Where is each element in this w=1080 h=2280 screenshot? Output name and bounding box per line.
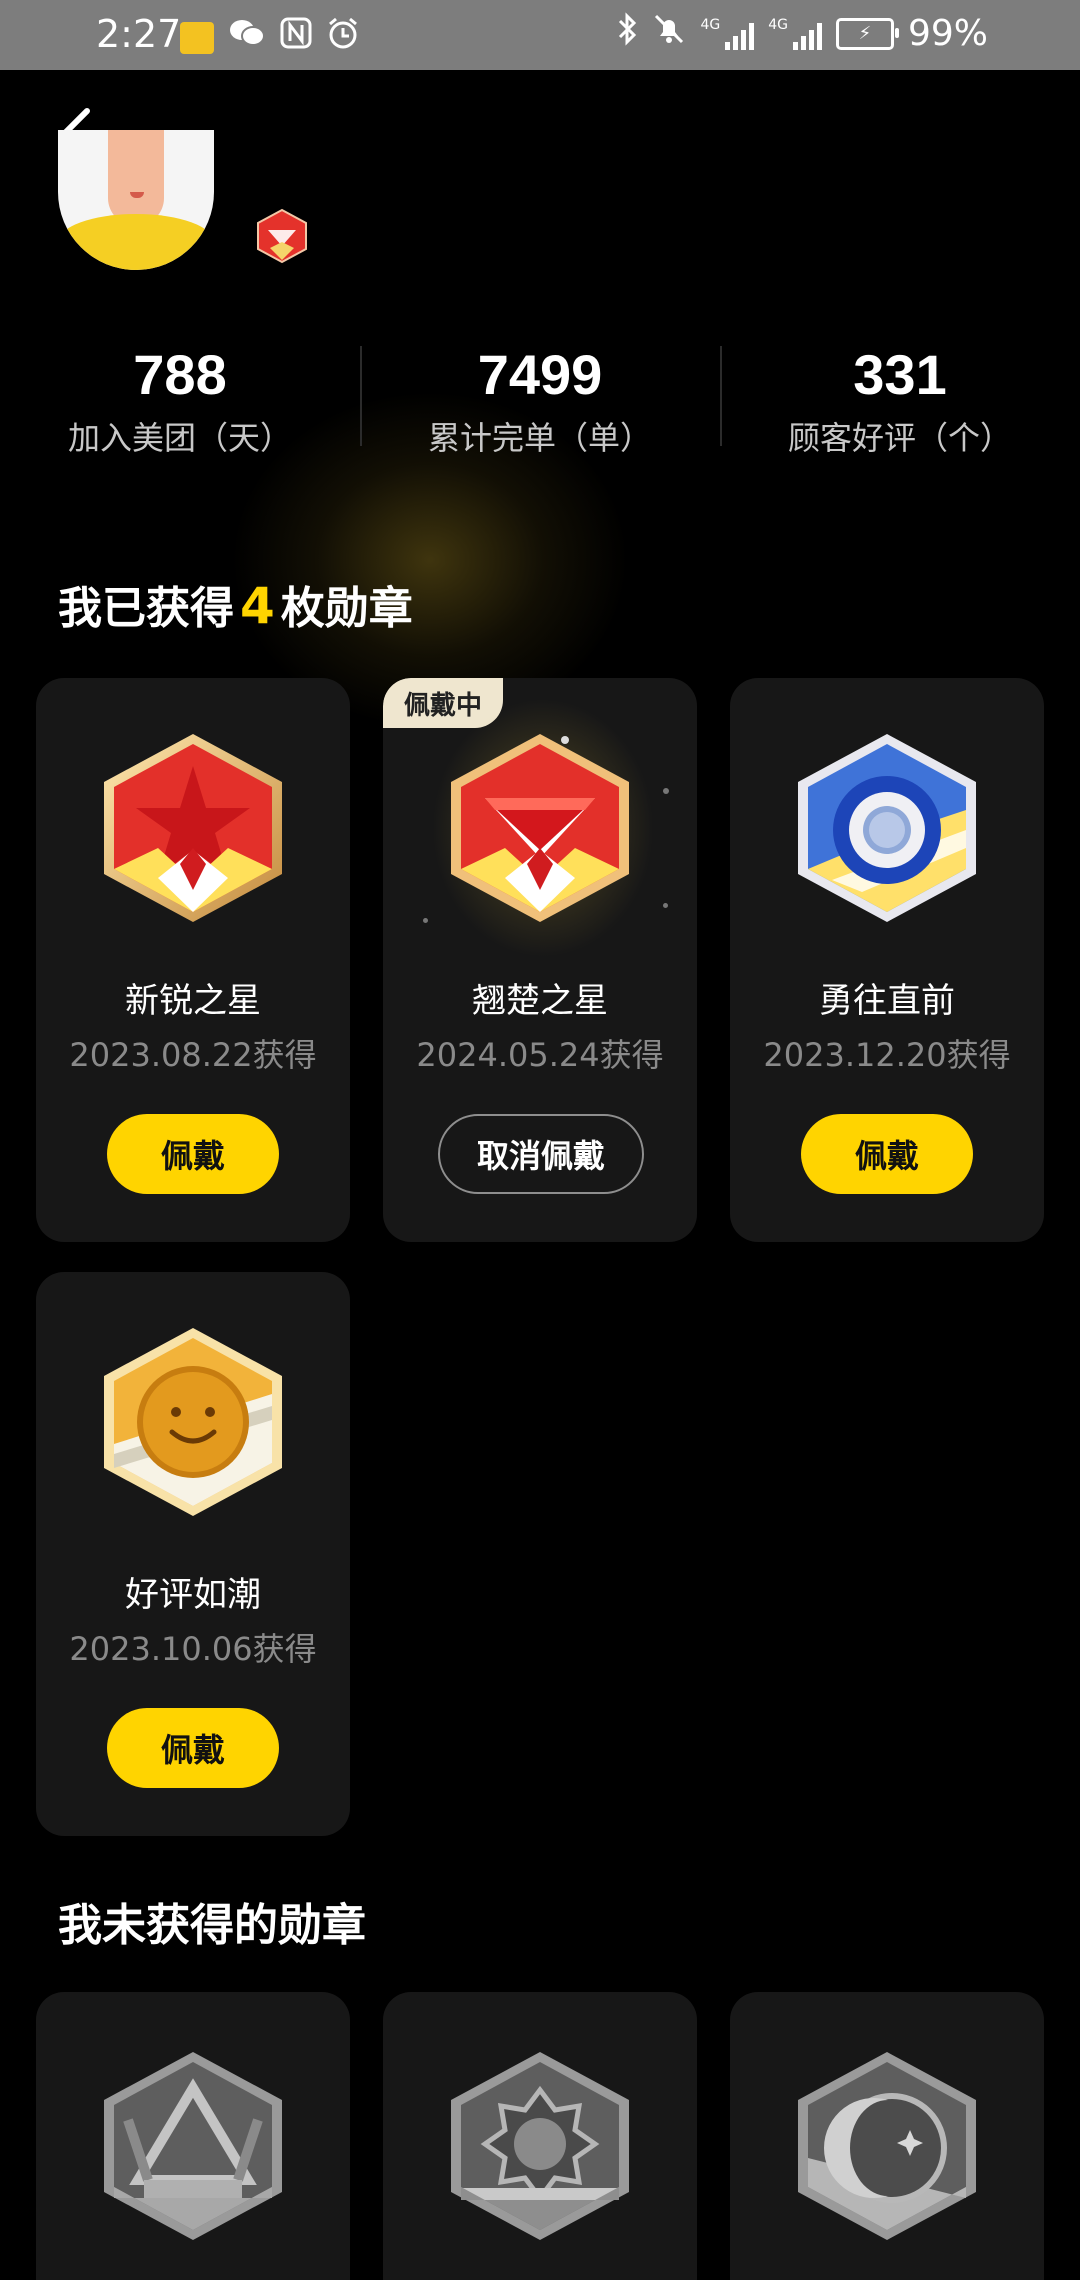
earned-section-title: 我已获得 4 枚勋章 — [58, 577, 413, 635]
app-notification-icon — [180, 22, 214, 54]
battery-percent: 99% — [907, 13, 988, 54]
bluetooth-icon — [616, 12, 638, 55]
stat-value: 788 — [133, 343, 227, 406]
wear-button[interactable]: 佩戴 — [107, 1708, 279, 1788]
medal-name: 勇往直前 — [819, 981, 955, 1021]
system-status-icons: 4G 4G ⚡ 99% — [616, 12, 988, 55]
medal-date: 2023.10.06获得 — [69, 1630, 317, 1668]
signal-1-icon: 4G — [700, 18, 755, 50]
locked-crown-medal-icon — [104, 2052, 282, 2240]
sparkle — [663, 903, 668, 908]
sparkle — [663, 788, 669, 794]
notification-icons — [180, 16, 360, 60]
locked-medal-card[interactable] — [36, 1992, 350, 2280]
stat-label: 累计完单（单） — [427, 419, 652, 457]
stat-value: 7499 — [477, 343, 603, 406]
stat-label: 顾客好评（个） — [787, 419, 1012, 457]
medal-name: 好评如潮 — [125, 1575, 261, 1615]
nfc-icon — [280, 17, 312, 59]
red-diamond-medal-icon — [451, 734, 629, 922]
medal-card-rookie-star[interactable]: 新锐之星 2023.08.22获得 佩戴 — [36, 678, 350, 1242]
stats-row: 788 加入美团（天） 7499 累计完单（单） 331 顾客好评（个） — [0, 340, 1080, 460]
medal-name: 新锐之星 — [125, 981, 261, 1021]
stat-join-days: 788 加入美团（天） — [0, 340, 360, 460]
stat-good-reviews: 331 顾客好评（个） — [720, 340, 1080, 460]
medal-card-rave-reviews[interactable]: 好评如潮 2023.10.06获得 佩戴 — [36, 1272, 350, 1836]
sparkle — [423, 918, 428, 923]
medal-card-elite-star[interactable]: 佩戴中 翘楚之星 2024.05.24获得 取消佩戴 — [383, 678, 697, 1242]
locked-moon-medal-icon — [798, 2052, 976, 2240]
red-star-medal-icon — [104, 734, 282, 922]
worn-medal-mini-icon — [257, 208, 307, 264]
medal-name: 翘楚之星 — [472, 981, 608, 1021]
stat-value: 331 — [853, 343, 947, 406]
medal-page: 2:27 4G 4G ⚡ 99% 788 加入美团（天） 7499 累计完单（单… — [0, 0, 1080, 2280]
medal-date: 2024.05.24获得 — [416, 1036, 664, 1074]
status-time: 2:27 — [96, 12, 182, 56]
earned-count: 4 — [240, 577, 275, 635]
blue-ring-medal-icon — [798, 734, 976, 922]
medal-date: 2023.12.20获得 — [763, 1036, 1011, 1074]
medal-date: 2023.08.22获得 — [69, 1036, 317, 1074]
battery-icon: ⚡ — [835, 17, 899, 50]
stat-completed-orders: 7499 累计完单（单） — [360, 340, 720, 460]
wear-button[interactable]: 佩戴 — [107, 1114, 279, 1194]
locked-sun-medal-icon — [451, 2052, 629, 2240]
signal-2-icon: 4G — [768, 18, 822, 50]
unwear-button[interactable]: 取消佩戴 — [438, 1114, 644, 1194]
wechat-icon — [228, 17, 266, 59]
locked-medal-card[interactable] — [730, 1992, 1044, 2280]
alarm-icon — [326, 16, 360, 60]
status-bar: 2:27 4G 4G ⚡ 99% — [0, 0, 1080, 70]
locked-section-title: 我未获得的勋章 — [58, 1900, 366, 1951]
wear-button[interactable]: 佩戴 — [801, 1114, 973, 1194]
smiley-medal-icon — [104, 1328, 282, 1516]
avatar[interactable] — [58, 130, 214, 270]
medal-card-forge-ahead[interactable]: 勇往直前 2023.12.20获得 佩戴 — [730, 678, 1044, 1242]
mute-bell-icon — [652, 12, 686, 55]
locked-medal-card[interactable] — [383, 1992, 697, 2280]
stat-label: 加入美团（天） — [67, 419, 292, 457]
